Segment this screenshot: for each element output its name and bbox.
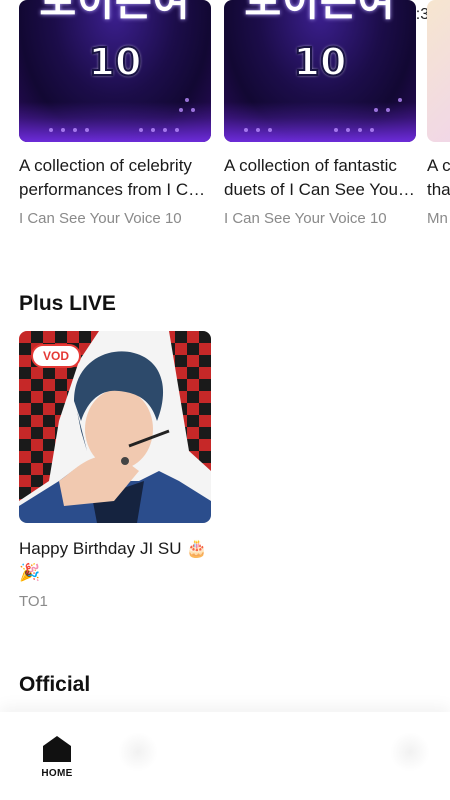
- carousel-card[interactable]: 보이는여 10 A collection of fantastic duets …: [224, 0, 416, 227]
- nav-item-faded[interactable]: [390, 732, 430, 772]
- live-thumbnail[interactable]: VOD: [19, 331, 211, 523]
- video-carousel[interactable]: 보이는여 10 A collection of celebrity perfor…: [19, 0, 450, 240]
- carousel-card-peek[interactable]: A c tha Mn: [427, 0, 450, 227]
- thumbnail-number: 10: [88, 40, 143, 84]
- section-title-official: Official: [19, 673, 91, 696]
- section-title-plus-live: Plus LIVE: [19, 292, 116, 315]
- card-title[interactable]: A collection of celebrity performances f…: [19, 154, 211, 202]
- carousel-card[interactable]: 보이는여 10 A collection of celebrity perfor…: [19, 0, 211, 227]
- thumbnail-number: 10: [293, 40, 348, 84]
- home-icon: [43, 736, 71, 762]
- stage-lights: [19, 98, 211, 138]
- card-title-line: A collection of celebrity: [19, 156, 192, 175]
- card-subtitle: I Can See Your Voice 10: [224, 210, 387, 227]
- live-channel: TO1: [19, 593, 48, 610]
- card-subtitle: Mn: [427, 210, 448, 227]
- card-title-line: performances from I Ca...: [19, 180, 211, 199]
- live-title[interactable]: Happy Birthday JI SU 🎂🎉: [19, 537, 211, 585]
- card-title-line: A collection of fantastic: [224, 156, 397, 175]
- card-title[interactable]: A c tha: [427, 154, 450, 202]
- card-title[interactable]: A collection of fantastic duets of I Can…: [224, 154, 416, 202]
- thumbnail-logo-text: 보이는여: [244, 0, 396, 25]
- thumbnail-logo-text: 보이는여: [39, 0, 191, 25]
- card-thumbnail[interactable]: 보이는여 10: [224, 0, 416, 142]
- card-title-line: A c: [427, 156, 450, 175]
- live-card[interactable]: VOD Happy Birthday JI SU 🎂🎉 TO1: [19, 331, 211, 610]
- card-thumbnail[interactable]: [427, 0, 450, 142]
- card-thumbnail[interactable]: 보이는여 10: [19, 0, 211, 142]
- card-title-line: duets of I Can See Your ...: [224, 180, 416, 199]
- nav-item-faded[interactable]: [118, 732, 158, 772]
- card-title-line: tha: [427, 180, 450, 199]
- card-subtitle: I Can See Your Voice 10: [19, 210, 182, 227]
- nav-home-label: HOME: [41, 768, 73, 779]
- bottom-navigation: HOME: [0, 712, 450, 800]
- stage-lights: [224, 98, 416, 138]
- vod-badge: VOD: [31, 344, 81, 368]
- nav-home[interactable]: HOME: [30, 736, 84, 779]
